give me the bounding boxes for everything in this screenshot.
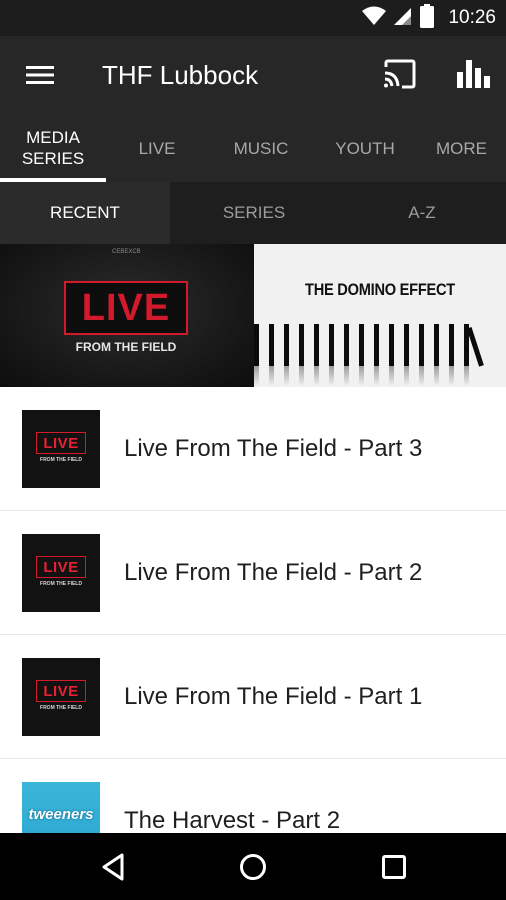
- cellular-signal-icon: [394, 6, 412, 31]
- tab-music[interactable]: MUSIC: [209, 114, 313, 182]
- bar-chart-icon[interactable]: [454, 56, 494, 90]
- home-icon[interactable]: [235, 849, 271, 885]
- thumb-live-badge: LIVE: [36, 680, 86, 702]
- subtab-a-z[interactable]: A-Z: [338, 182, 506, 244]
- system-nav-bar: [0, 833, 506, 900]
- status-icons: 10:26: [362, 0, 496, 36]
- status-time: 10:26: [448, 7, 496, 28]
- tab-media-series[interactable]: MEDIA SERIES: [1, 114, 105, 182]
- thumb-live-badge: LIVE: [36, 556, 86, 578]
- subtab-recent[interactable]: RECENT: [0, 182, 170, 244]
- list-item[interactable]: LIVE FROM THE FIELD Live From The Field …: [0, 511, 506, 635]
- hamburger-menu-icon[interactable]: [24, 62, 56, 88]
- banner-small-text: CEBEXCB: [112, 249, 141, 255]
- banner-live-subtitle: FROM THE FIELD: [75, 340, 177, 354]
- thumb-live-subtitle: FROM THE FIELD: [40, 457, 82, 463]
- list-item-thumbnail: LIVE FROM THE FIELD: [22, 658, 100, 736]
- main-tabs: MEDIA SERIES LIVE MUSIC YOUTH MORE: [0, 114, 506, 182]
- list-item-title: Live From The Field - Part 3: [124, 435, 423, 462]
- sub-tabs: RECENT SERIES A-Z: [0, 182, 506, 244]
- recents-icon[interactable]: [376, 849, 412, 885]
- thumb-live-badge: LIVE: [36, 432, 86, 454]
- banner-live-badge: LIVE: [64, 281, 188, 335]
- list-item-thumbnail: LIVE FROM THE FIELD: [22, 410, 100, 488]
- back-icon[interactable]: [96, 849, 132, 885]
- list-item[interactable]: LIVE FROM THE FIELD Live From The Field …: [0, 387, 506, 511]
- wifi-icon: [362, 6, 387, 31]
- thumb-live-subtitle: FROM THE FIELD: [40, 705, 82, 711]
- list-item[interactable]: LIVE FROM THE FIELD Live From The Field …: [0, 635, 506, 759]
- dominoes-graphic: [254, 324, 484, 386]
- list-item-title: Live From The Field - Part 1: [124, 683, 423, 710]
- subtab-series[interactable]: SERIES: [170, 182, 338, 244]
- battery-icon: [420, 3, 435, 33]
- tab-more[interactable]: MORE: [417, 114, 506, 182]
- app-bar: THF Lubbock: [0, 36, 506, 114]
- tab-live[interactable]: LIVE: [105, 114, 209, 182]
- tab-youth[interactable]: YOUTH: [313, 114, 417, 182]
- banner-domino-effect[interactable]: THE DOMINO EFFECT: [254, 244, 506, 387]
- cast-icon[interactable]: [382, 58, 418, 90]
- banner-live-from-the-field[interactable]: CEBEXCB LIVE FROM THE FIELD: [0, 244, 254, 387]
- list-item-title: Live From The Field - Part 2: [124, 559, 423, 586]
- thumb-live-subtitle: FROM THE FIELD: [40, 581, 82, 587]
- thumb-tweeners-logo: tweeners: [28, 806, 94, 823]
- app-title: THF Lubbock: [102, 60, 259, 90]
- list-item-thumbnail: LIVE FROM THE FIELD: [22, 534, 100, 612]
- status-bar: 10:26: [0, 0, 506, 36]
